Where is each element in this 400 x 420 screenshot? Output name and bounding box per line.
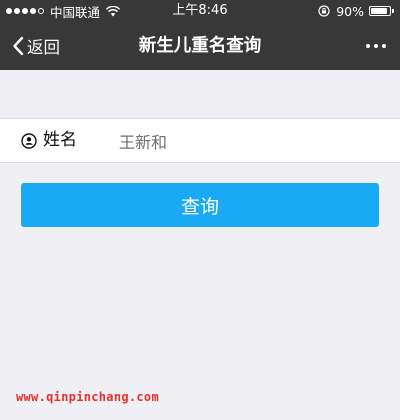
chevron-left-icon <box>12 36 24 56</box>
status-right: 90% <box>318 0 394 22</box>
back-button[interactable]: 返回 <box>12 22 60 70</box>
battery-tip <box>392 9 394 13</box>
more-dot <box>374 44 378 48</box>
more-dot <box>382 44 386 48</box>
watermark-text: www.qinpinchang.com <box>16 390 159 404</box>
name-input[interactable] <box>115 119 393 162</box>
battery-fill <box>371 8 388 14</box>
rotation-lock-icon <box>318 5 330 17</box>
user-circle-icon <box>21 133 37 149</box>
nav-bar: 返回 新生儿重名查询 <box>0 22 400 70</box>
battery-icon <box>369 6 394 16</box>
more-button[interactable] <box>362 22 386 70</box>
battery-body <box>369 6 391 16</box>
more-dots-icon <box>362 44 386 48</box>
back-label: 返回 <box>27 38 60 57</box>
more-dot <box>366 44 370 48</box>
name-field-row: 姓名 <box>0 118 400 163</box>
name-label: 姓名 <box>43 130 77 150</box>
battery-percent: 90% <box>336 3 364 19</box>
status-bar: 中国联通 上午8:46 90% <box>0 0 400 22</box>
page-title: 新生儿重名查询 <box>138 36 262 56</box>
query-button[interactable]: 查询 <box>21 183 379 227</box>
